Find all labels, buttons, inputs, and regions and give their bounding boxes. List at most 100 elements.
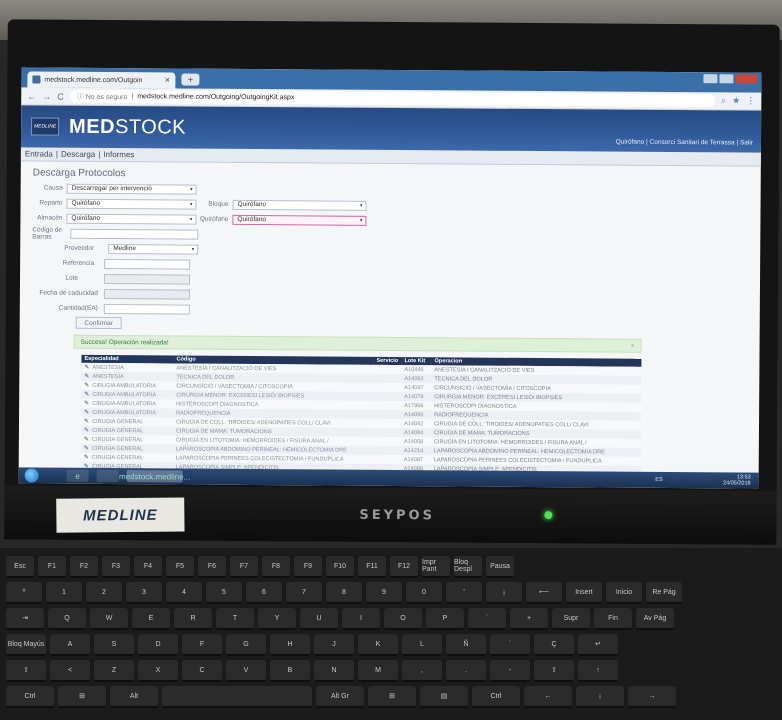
keyboard-key[interactable]: M (358, 660, 398, 682)
keyboard-key[interactable]: Ctrl (472, 686, 520, 708)
keyboard-key[interactable]: F10 (326, 556, 354, 578)
minimize-button[interactable] (703, 74, 718, 84)
keyboard-key[interactable]: F (182, 634, 222, 656)
keyboard-key[interactable]: Alt Gr (316, 686, 364, 708)
edit-icon[interactable]: ✎ (84, 383, 89, 389)
keyboard-key[interactable]: 5 (206, 582, 242, 604)
keyboard-key[interactable]: 3 (126, 582, 162, 604)
keyboard-key[interactable]: Impr Pant (422, 556, 450, 578)
quirofano-select[interactable]: Quirófano ▾ (232, 214, 367, 226)
keyboard-key[interactable]: B (270, 660, 310, 682)
keyboard-key[interactable]: 9 (366, 582, 402, 604)
menu-item-entrada[interactable]: Entrada (25, 149, 53, 158)
forward-button[interactable]: → (42, 91, 51, 101)
proveedor-select[interactable]: Medline ▾ (108, 243, 199, 255)
keyboard-key[interactable]: F11 (358, 556, 386, 578)
keyboard-key[interactable]: Y (258, 608, 296, 630)
start-button[interactable] (24, 468, 39, 483)
cantidad-input[interactable] (103, 303, 190, 315)
keyboard-key[interactable]: J (314, 634, 354, 656)
edit-icon[interactable]: ✎ (84, 401, 89, 407)
keyboard-key[interactable]: I (342, 608, 380, 630)
keyboard-key[interactable]: T (216, 608, 254, 630)
causa-select[interactable]: Descarregar per intervenció ▾ (66, 183, 197, 195)
keyboard-key[interactable]: º (6, 582, 42, 604)
keyboard-key[interactable]: ⇥ (6, 608, 44, 630)
search-icon[interactable]: ⌕ (721, 95, 726, 106)
browser-tab[interactable]: medstock.medline.com/Outgoin ✕ (27, 71, 176, 89)
reparto-select[interactable]: Quirófano ▾ (66, 198, 197, 210)
keyboard-key[interactable]: Insert (566, 582, 602, 604)
keyboard-key[interactable]: Supr (552, 608, 590, 630)
edit-icon[interactable]: ✎ (84, 428, 89, 434)
keyboard-key[interactable]: ⟵ (526, 582, 562, 604)
keyboard-key[interactable]: < (50, 660, 90, 682)
keyboard-key[interactable]: Esc (6, 556, 34, 578)
keyboard-key[interactable]: F5 (166, 556, 194, 578)
keyboard-key[interactable]: Alt (110, 686, 158, 708)
keyboard-key[interactable]: Ctrl (6, 686, 54, 708)
keyboard-key[interactable]: U (300, 608, 338, 630)
keyboard-key[interactable]: F12 (390, 556, 418, 578)
keyboard-key[interactable]: 2 (86, 582, 122, 604)
keyboard-key[interactable]: S (94, 634, 134, 656)
keyboard-key[interactable]: Fin (594, 608, 632, 630)
keyboard-key[interactable]: Bloq Despl (454, 556, 482, 578)
keyboard-key[interactable]: N (314, 660, 354, 682)
edit-icon[interactable]: ✎ (84, 419, 89, 425)
keyboard-key[interactable]: ' (446, 582, 482, 604)
edit-icon[interactable]: ✎ (84, 392, 89, 398)
keyboard-key[interactable]: F7 (230, 556, 258, 578)
language-indicator[interactable]: ES (655, 477, 662, 483)
menu-icon[interactable]: ⋮ (746, 95, 755, 106)
security-warning[interactable]: ⓘ No es seguro (77, 91, 128, 101)
keyboard-key[interactable]: C (182, 660, 222, 682)
lote-input[interactable] (103, 273, 191, 285)
keyboard-key[interactable]: P (426, 608, 464, 630)
chrome-taskbar-button[interactable]: medstock.medline... (119, 470, 190, 483)
edit-icon[interactable]: ✎ (84, 410, 89, 416)
keyboard-key[interactable]: F1 (38, 556, 66, 578)
menu-item-informes[interactable]: Informes (103, 150, 134, 159)
keyboard-key[interactable]: - (490, 660, 530, 682)
keyboard-key[interactable]: X (138, 660, 178, 682)
maximize-button[interactable] (719, 74, 734, 84)
edit-icon[interactable]: ✎ (84, 455, 89, 461)
edit-icon[interactable]: ✎ (84, 365, 89, 371)
keyboard-key[interactable]: ↑ (578, 660, 618, 682)
back-button[interactable]: ← (27, 91, 36, 101)
system-clock[interactable]: 13:53 24/05/2018 (723, 474, 751, 486)
keyboard-key[interactable]: O (384, 608, 422, 630)
ie-taskbar-icon[interactable]: e (66, 469, 89, 482)
confirm-button[interactable]: Confirmar (75, 316, 122, 330)
keyboard-key[interactable]: D (138, 634, 178, 656)
keyboard-key[interactable]: F4 (134, 556, 162, 578)
keyboard-key[interactable]: ´ (490, 634, 530, 656)
keyboard-key[interactable]: K (358, 634, 398, 656)
menu-item-descarga[interactable]: Descarga (61, 150, 95, 159)
column-header-lote-kit[interactable]: Lote Kit (401, 357, 432, 366)
star-icon[interactable]: ★ (732, 95, 740, 106)
keyboard-key[interactable]: L (402, 634, 442, 656)
keyboard-key[interactable]: ← (524, 686, 572, 708)
keyboard-key[interactable]: 4 (166, 582, 202, 604)
new-tab-button[interactable]: + (181, 73, 200, 86)
edit-icon[interactable]: ✎ (84, 446, 89, 452)
keyboard-key[interactable]: Re Pág (646, 582, 682, 604)
keyboard-key[interactable] (162, 686, 312, 708)
codigo-barras-input[interactable] (70, 228, 199, 240)
keyboard-key[interactable]: F8 (262, 556, 290, 578)
keyboard-key[interactable]: ⊞ (58, 686, 106, 708)
fecha-caducidad-input[interactable] (103, 288, 190, 300)
keyboard-key[interactable]: 0 (406, 582, 442, 604)
keyboard-key[interactable]: Q (48, 608, 86, 630)
keyboard-key[interactable]: F6 (198, 556, 226, 578)
bloque-select[interactable]: Quirófano ▾ (232, 199, 367, 211)
edit-icon[interactable]: ✎ (84, 437, 89, 443)
referencia-input[interactable] (104, 258, 191, 270)
keyboard-key[interactable]: → (628, 686, 676, 708)
keyboard-key[interactable]: + (510, 608, 548, 630)
keyboard-key[interactable]: V (226, 660, 266, 682)
keyboard-key[interactable]: ⇧ (6, 660, 46, 682)
keyboard-key[interactable]: R (174, 608, 212, 630)
